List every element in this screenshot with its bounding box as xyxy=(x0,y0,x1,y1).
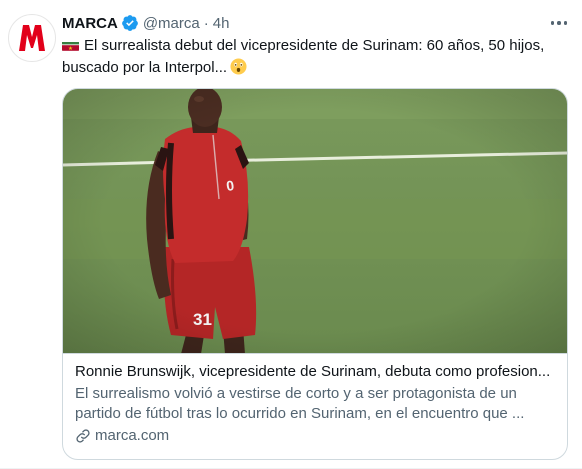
card-info: Ronnie Brunswijk, vicepresidente de Suri… xyxy=(63,354,567,454)
header-separator: · xyxy=(203,14,209,32)
tweet-header: MARCA @marca · 4h xyxy=(62,12,229,34)
tweet-text-block: El surrealista debut del vicepresidente … xyxy=(62,35,574,79)
suriname-flag-icon xyxy=(62,39,79,51)
card-description: El surrealismo volvió a vestirse de cort… xyxy=(75,385,525,422)
marca-avatar[interactable] xyxy=(8,14,56,62)
card-title[interactable]: Ronnie Brunswijk, vicepresidente de Suri… xyxy=(75,362,555,382)
author-handle[interactable]: @marca xyxy=(143,15,200,32)
author-name[interactable]: MARCA xyxy=(62,15,118,32)
card-domain-row: marca.com xyxy=(75,426,555,446)
verified-badge-icon xyxy=(121,14,139,32)
tweet-timestamp[interactable]: 4h xyxy=(213,15,230,32)
link-card[interactable]: 0 31 Ronnie Brunswijk, vicepresidente de… xyxy=(62,88,568,460)
marca-logo-icon xyxy=(19,25,45,51)
astonished-face-icon xyxy=(230,58,247,75)
card-domain[interactable]: marca.com xyxy=(95,426,169,446)
link-icon xyxy=(76,429,90,443)
more-options-icon[interactable] xyxy=(548,14,570,32)
tweet-text: El surrealista debut del vicepresidente … xyxy=(62,37,545,76)
card-image[interactable]: 0 31 xyxy=(63,89,567,354)
tweet[interactable]: MARCA @marca · 4h El surrealista debut d… xyxy=(0,0,582,469)
football-player-photo: 0 31 xyxy=(63,89,567,353)
